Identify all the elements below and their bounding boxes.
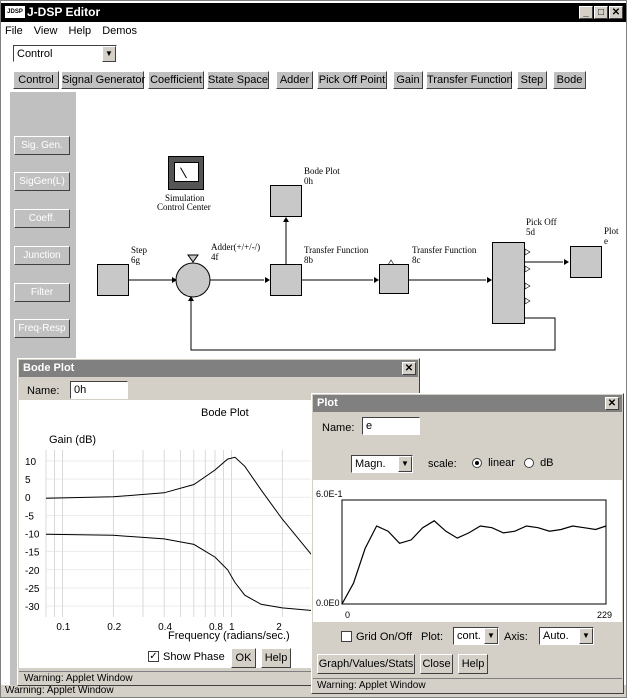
grid-label: Grid On/Off — [356, 631, 413, 643]
axis-value: Auto. — [543, 630, 569, 642]
chevron-down-icon: ▼ — [484, 628, 498, 644]
plot-type-label: Plot: — [421, 631, 444, 643]
axis-select[interactable]: Auto. ▼ — [539, 627, 594, 645]
axis-label: Axis: — [504, 631, 528, 643]
chevron-down-icon: ▼ — [579, 628, 593, 644]
plot-close-button[interactable]: Close — [420, 654, 453, 674]
grid-checkbox[interactable] — [341, 631, 352, 642]
graph-values-stats-button[interactable]: Graph/Values/Stats — [317, 654, 415, 674]
plot-type-select[interactable]: cont. ▼ — [453, 627, 499, 645]
step-response-curve — [341, 520, 607, 605]
plot-warning-bar: Warning: Applet Window — [313, 678, 622, 692]
plot-type-value: cont. — [457, 630, 481, 642]
plot-help-button[interactable]: Help — [458, 654, 488, 674]
response-chart — [341, 499, 607, 605]
plot-warning-text: Warning: Applet Window — [317, 680, 426, 691]
response-frame — [341, 499, 607, 605]
